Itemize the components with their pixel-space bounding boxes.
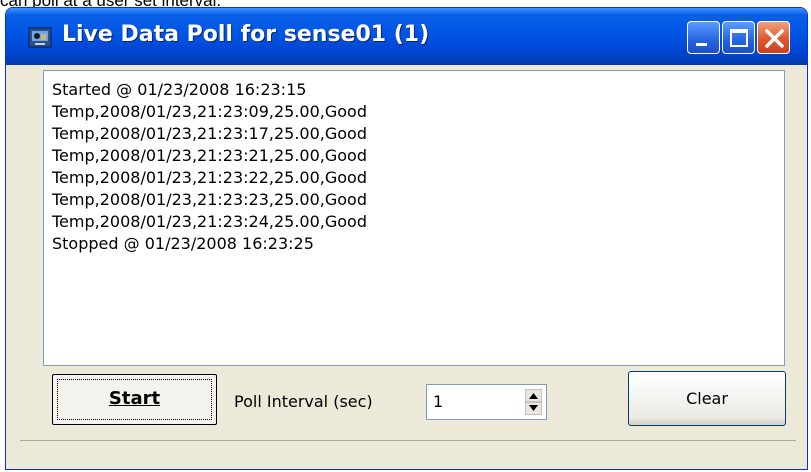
- poll-interval-spinner[interactable]: 1: [426, 384, 547, 420]
- log-line: Temp,2008/01/23,21:23:23,25.00,Good: [52, 190, 367, 209]
- minimize-icon: [696, 43, 707, 46]
- spinner-arrows[interactable]: [524, 388, 543, 416]
- sensor-app-icon: [28, 25, 52, 49]
- poll-interval-label: Poll Interval (sec): [234, 392, 373, 411]
- status-bar: [20, 440, 796, 462]
- spin-arrows-icon: [524, 388, 543, 416]
- window-title: Live Data Poll for sense01 (1): [62, 22, 430, 47]
- log-textarea[interactable]: Started @ 01/23/2008 16:23:15 Temp,2008/…: [43, 70, 785, 366]
- log-lines: Started @ 01/23/2008 16:23:15 Temp,2008/…: [52, 79, 367, 255]
- log-line: Temp,2008/01/23,21:23:17,25.00,Good: [52, 124, 367, 143]
- maximize-button[interactable]: [722, 21, 755, 54]
- start-button[interactable]: Start: [52, 374, 217, 425]
- maximize-icon: [730, 29, 748, 47]
- live-data-poll-window: Live Data Poll for sense01 (1) Started @…: [5, 7, 808, 470]
- close-button[interactable]: [757, 21, 790, 54]
- poll-interval-value[interactable]: 1: [433, 392, 443, 411]
- clear-button-label: Clear: [686, 389, 728, 408]
- log-line: Temp,2008/01/23,21:23:09,25.00,Good: [52, 102, 367, 121]
- close-icon: [765, 29, 784, 48]
- title-bar[interactable]: Live Data Poll for sense01 (1): [6, 8, 807, 65]
- log-line: Stopped @ 01/23/2008 16:23:25: [52, 234, 314, 253]
- log-line: Temp,2008/01/23,21:23:22,25.00,Good: [52, 168, 367, 187]
- minimize-button[interactable]: [687, 21, 720, 54]
- start-button-label: Start: [108, 388, 161, 409]
- clear-button[interactable]: Clear: [628, 371, 786, 426]
- log-line: Temp,2008/01/23,21:23:24,25.00,Good: [52, 212, 367, 231]
- log-line: Temp,2008/01/23,21:23:21,25.00,Good: [52, 146, 367, 165]
- log-line: Started @ 01/23/2008 16:23:15: [52, 80, 307, 99]
